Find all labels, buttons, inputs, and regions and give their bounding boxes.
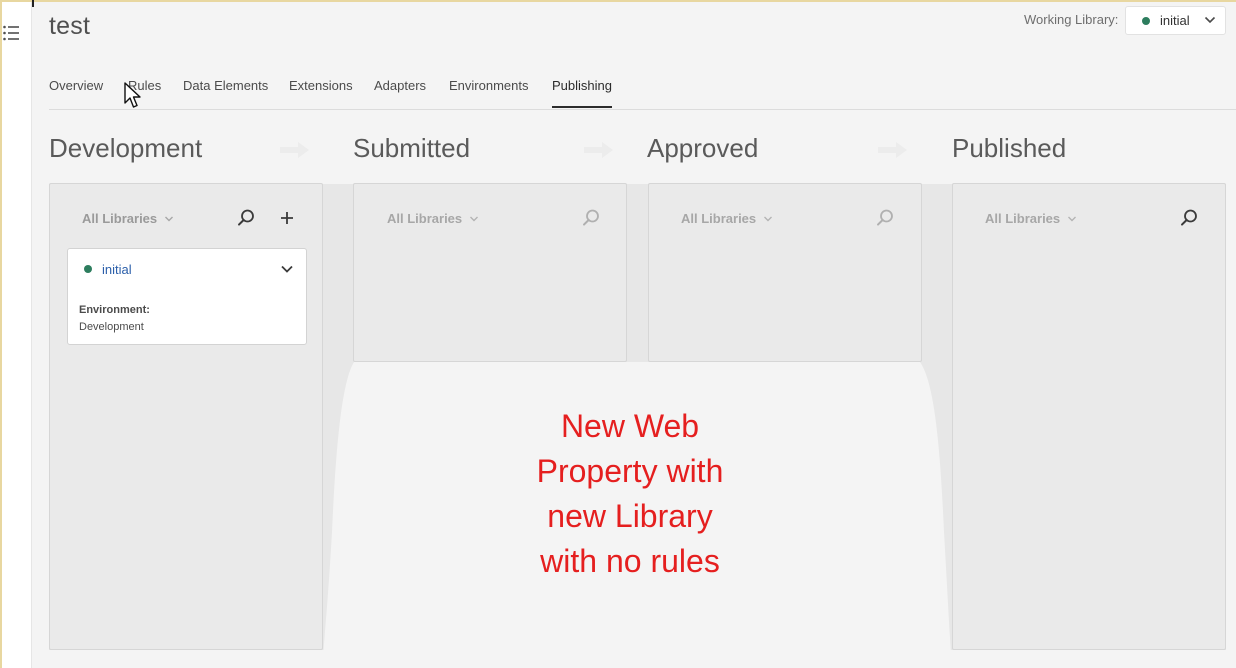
menu-icon[interactable] xyxy=(2,24,22,42)
page-title: test xyxy=(49,12,91,40)
tab-data-elements[interactable]: Data Elements xyxy=(183,78,268,104)
annotation-text: New Web Property with new Library with n… xyxy=(467,404,793,584)
chevron-down-icon xyxy=(764,216,773,222)
search-icon[interactable] xyxy=(1179,208,1199,228)
approved-panel: All Libraries xyxy=(648,183,922,362)
arrow-right-icon xyxy=(584,142,613,158)
library-card[interactable]: initial Environment: Development xyxy=(67,248,307,345)
submitted-panel: All Libraries xyxy=(353,183,627,362)
chevron-down-icon xyxy=(165,216,174,222)
search-icon[interactable] xyxy=(875,208,895,228)
library-filter-label: All Libraries xyxy=(681,211,757,226)
search-icon[interactable] xyxy=(236,208,256,228)
tab-environments[interactable]: Environments xyxy=(449,78,528,104)
tab-publishing[interactable]: Publishing xyxy=(552,78,612,108)
status-dot xyxy=(1142,16,1150,25)
arrow-right-icon xyxy=(878,142,907,158)
annotation-line: Property with xyxy=(536,453,724,489)
tab-overview[interactable]: Overview xyxy=(49,78,103,104)
annotation-line: new Library xyxy=(547,498,713,534)
library-filter-dropdown[interactable]: All Libraries xyxy=(681,211,773,226)
plus-icon[interactable] xyxy=(277,208,297,228)
window-frame-top xyxy=(0,0,1236,2)
mouse-cursor-icon xyxy=(124,82,141,108)
development-panel: All Libraries initial Environment: Devel… xyxy=(49,183,323,650)
library-filter-dropdown[interactable]: All Libraries xyxy=(82,211,174,226)
environment-value: Development xyxy=(79,321,144,333)
column-title-published: Published xyxy=(952,133,1067,163)
working-library-value: initial xyxy=(1160,13,1190,28)
arrow-right-icon xyxy=(280,142,309,158)
column-title-approved: Approved xyxy=(647,133,759,163)
library-filter-label: All Libraries xyxy=(985,211,1061,226)
working-library-picker[interactable]: initial xyxy=(1125,6,1226,35)
chevron-down-icon[interactable] xyxy=(280,262,294,276)
left-rail xyxy=(2,2,32,668)
annotation-line: New Web xyxy=(560,408,700,444)
tab-extensions[interactable]: Extensions xyxy=(289,78,353,104)
search-icon[interactable] xyxy=(581,208,601,228)
chevron-down-icon xyxy=(470,216,479,222)
tab-divider xyxy=(49,109,1236,110)
library-name-link[interactable]: initial xyxy=(102,262,132,277)
status-dot xyxy=(84,265,92,273)
library-filter-dropdown[interactable]: All Libraries xyxy=(387,211,479,226)
published-panel: All Libraries xyxy=(952,183,1226,650)
working-library-label: Working Library: xyxy=(1024,12,1119,27)
chevron-down-icon xyxy=(1068,216,1077,222)
chevron-down-icon xyxy=(1204,16,1216,24)
tab-adapters[interactable]: Adapters xyxy=(374,78,426,104)
environment-label: Environment: xyxy=(79,304,150,316)
text-caret xyxy=(32,0,34,7)
library-filter-dropdown[interactable]: All Libraries xyxy=(985,211,1077,226)
column-title-submitted: Submitted xyxy=(353,133,471,163)
column-title-development: Development xyxy=(49,133,203,163)
library-filter-label: All Libraries xyxy=(82,211,158,226)
annotation-line: with no rules xyxy=(540,543,720,579)
library-filter-label: All Libraries xyxy=(387,211,463,226)
